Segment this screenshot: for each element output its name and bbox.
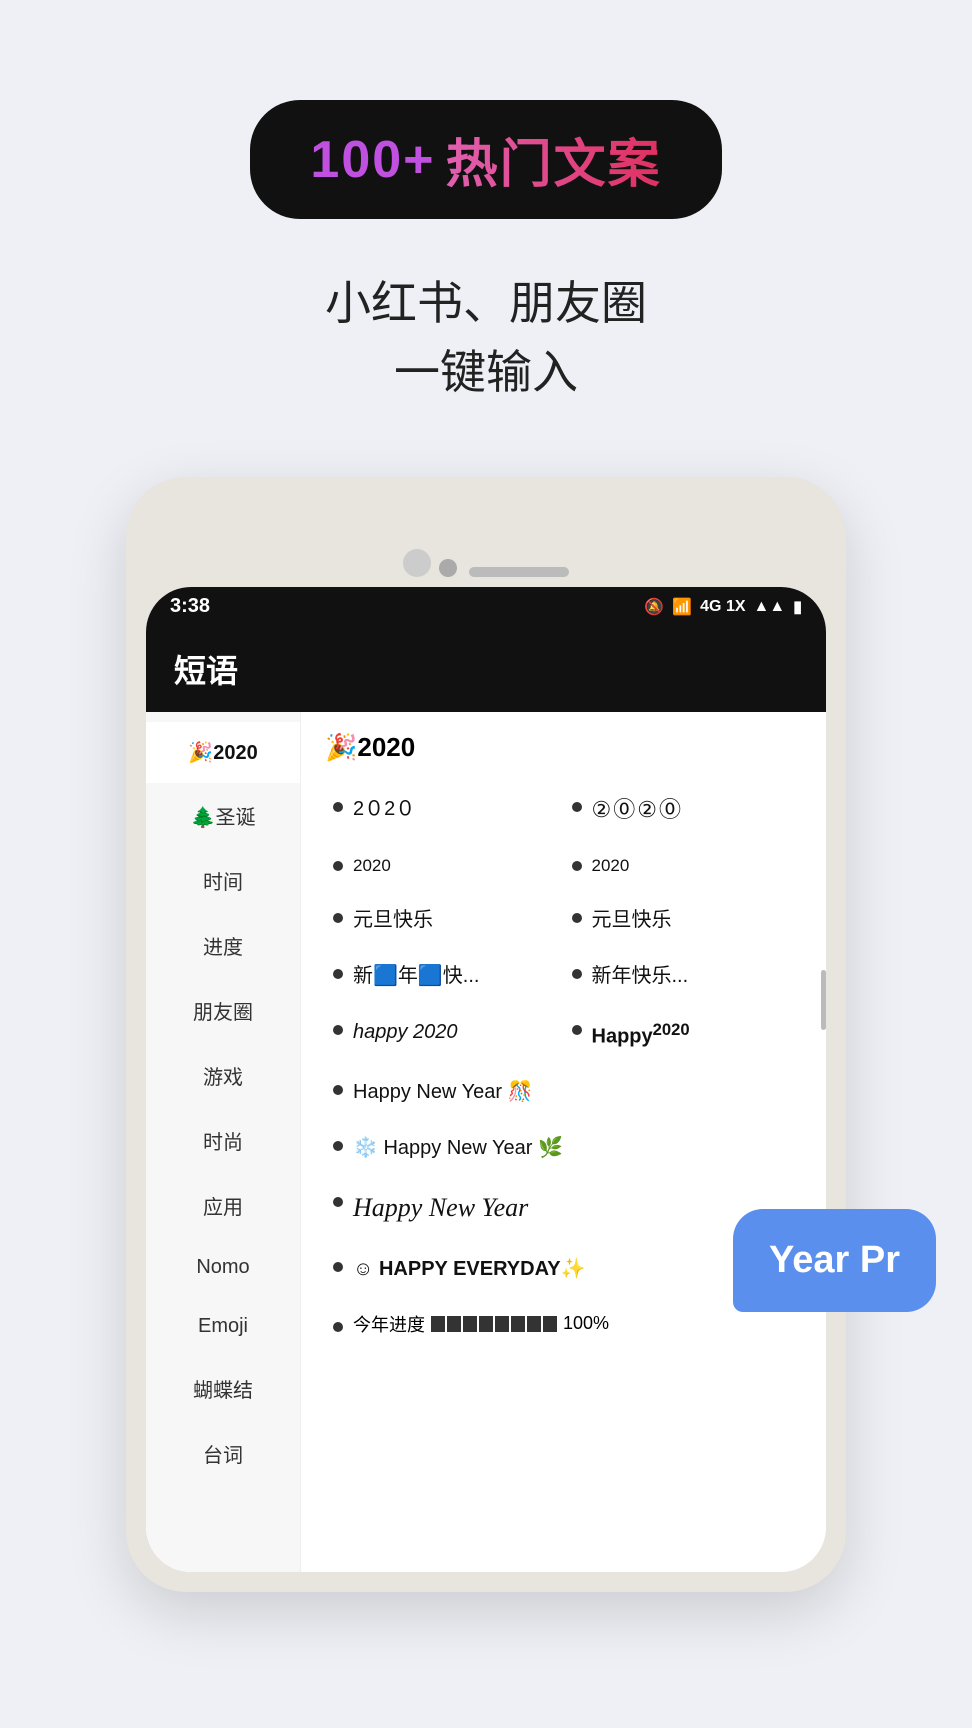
- hero-badge: 100+ 热门文案: [250, 100, 721, 219]
- item-text: 2020: [353, 854, 391, 878]
- list-item[interactable]: Happy New Year: [325, 1176, 802, 1240]
- list-item[interactable]: Happy New Year 🎊: [325, 1064, 802, 1120]
- item-text: ②⓪②⓪: [592, 795, 683, 826]
- phone-mockup: 3:38 🔕 📶 4G 1X ▲▲ ▮ 短语 🎉2020 🌲圣: [126, 477, 846, 1592]
- time-display: 3:38: [170, 595, 210, 618]
- item-text-happy-everyday: ☺ HAPPY EVERYDAY✨: [353, 1255, 585, 1283]
- sidebar: 🎉2020 🌲圣诞 时间 进度 朋友圈 游戏 时尚 应用 Nomo Emoji …: [146, 712, 301, 1572]
- bullet-icon: [572, 1025, 582, 1035]
- sidebar-item-bow[interactable]: 蝴蝶结: [146, 1356, 300, 1421]
- hero-subtitle: 小红书、朋友圈 一键输入: [325, 269, 647, 407]
- list-item[interactable]: 元旦快乐: [325, 892, 564, 948]
- app-body: 🎉2020 🌲圣诞 时间 进度 朋友圈 游戏 时尚 应用 Nomo Emoji …: [146, 712, 826, 1572]
- sidebar-item-progress[interactable]: 进度: [146, 913, 300, 978]
- blue-bubble: Year Pr: [733, 1209, 936, 1312]
- sidebar-item-moments[interactable]: 朋友圈: [146, 978, 300, 1043]
- sensor-icon: [439, 559, 457, 577]
- progress-row[interactable]: 今年进度: [325, 1297, 802, 1351]
- sidebar-item-christmas[interactable]: 🌲圣诞: [146, 783, 300, 848]
- item-text: 元旦快乐: [592, 906, 672, 934]
- signal-bars: ▲▲: [754, 598, 786, 616]
- bullet-icon: [572, 969, 582, 979]
- sidebar-item-time[interactable]: 时间: [146, 848, 300, 913]
- item-text: 新🟦年🟦快...: [353, 962, 479, 990]
- scrollbar[interactable]: [821, 970, 826, 1030]
- battery-icon: ▮: [793, 597, 802, 617]
- item-text-happy-new-year-1: Happy New Year 🎊: [353, 1078, 532, 1106]
- item-text: 元旦快乐: [353, 906, 433, 934]
- progress-percent: 100%: [563, 1313, 609, 1334]
- item-text-happy-new-year-decorative: Happy New Year: [353, 1190, 528, 1226]
- item-text: 2０2０: [353, 795, 415, 823]
- sidebar-item-lines[interactable]: 台词: [146, 1421, 300, 1486]
- app-title: 短语: [174, 653, 238, 689]
- item-text: 2020: [592, 854, 630, 878]
- bullet-icon: [572, 861, 582, 871]
- bullet-icon: [333, 861, 343, 871]
- list-item[interactable]: 元旦快乐: [564, 892, 803, 948]
- bullet-icon: [333, 1197, 343, 1207]
- phone-screen: 3:38 🔕 📶 4G 1X ▲▲ ▮ 短语 🎉2020 🌲圣: [146, 587, 826, 1572]
- section-title: 🎉2020: [325, 732, 802, 763]
- sidebar-item-emoji[interactable]: Emoji: [146, 1297, 300, 1356]
- bullet-icon: [333, 1085, 343, 1095]
- sidebar-item-nomo[interactable]: Nomo: [146, 1238, 300, 1297]
- badge-text-number: 100+: [310, 130, 435, 190]
- item-text: 新年快乐...: [592, 962, 689, 990]
- list-item[interactable]: 新年快乐...: [564, 948, 803, 1004]
- camera-icon: [403, 549, 431, 577]
- item-text: Happy2020: [592, 1018, 690, 1051]
- bullet-icon: [333, 913, 343, 923]
- bullet-icon: [333, 969, 343, 979]
- list-item[interactable]: ②⓪②⓪: [564, 781, 803, 840]
- bullet-icon: [572, 913, 582, 923]
- bullet-icon: [333, 1262, 343, 1272]
- list-item[interactable]: 2020: [325, 840, 564, 892]
- item-text: happy 2020: [353, 1018, 458, 1046]
- list-item[interactable]: Happy2020: [564, 1004, 803, 1065]
- phone-notch: [146, 497, 826, 587]
- bullet-icon: [333, 1141, 343, 1151]
- signal-text: 4G 1X: [700, 598, 745, 616]
- list-item[interactable]: 新🟦年🟦快...: [325, 948, 564, 1004]
- wifi-icon: 📶: [672, 597, 692, 617]
- list-item[interactable]: 2020: [564, 840, 803, 892]
- app-header: 短语: [146, 626, 826, 712]
- bullet-icon: [333, 802, 343, 812]
- progress-label: 今年进度: [353, 1311, 425, 1337]
- sidebar-item-2020[interactable]: 🎉2020: [146, 722, 300, 783]
- list-item[interactable]: ☺ HAPPY EVERYDAY✨: [325, 1241, 802, 1297]
- item-text-happy-new-year-2: ❄️ Happy New Year 🌿: [353, 1134, 563, 1162]
- sidebar-item-app[interactable]: 应用: [146, 1173, 300, 1238]
- status-icons: 🔕 📶 4G 1X ▲▲ ▮: [644, 597, 802, 617]
- bullet-icon: [572, 802, 582, 812]
- phone-outer-shell: 3:38 🔕 📶 4G 1X ▲▲ ▮ 短语 🎉2020 🌲圣: [126, 477, 846, 1592]
- mute-icon: 🔕: [644, 597, 664, 617]
- content-area: 🎉2020 2０2０ ②⓪②⓪: [301, 712, 826, 1572]
- bullet-icon: [333, 1025, 343, 1035]
- hero-section: 100+ 热门文案 小红书、朋友圈 一键输入 3:38 🔕 📶 4G 1X ▲▲: [0, 0, 972, 1592]
- status-bar: 3:38 🔕 📶 4G 1X ▲▲ ▮: [146, 587, 826, 626]
- sidebar-item-game[interactable]: 游戏: [146, 1043, 300, 1108]
- list-item[interactable]: happy 2020: [325, 1004, 564, 1065]
- list-item[interactable]: ❄️ Happy New Year 🌿: [325, 1120, 802, 1176]
- bullet-icon: [333, 1322, 343, 1332]
- sidebar-item-fashion[interactable]: 时尚: [146, 1108, 300, 1173]
- speaker-bar: [469, 567, 569, 577]
- badge-text-chinese: 热门文案: [446, 122, 662, 197]
- list-item[interactable]: 2０2０: [325, 781, 564, 840]
- progress-blocks: [431, 1316, 557, 1332]
- items-grid: 2０2０ ②⓪②⓪ 2020: [325, 781, 802, 1351]
